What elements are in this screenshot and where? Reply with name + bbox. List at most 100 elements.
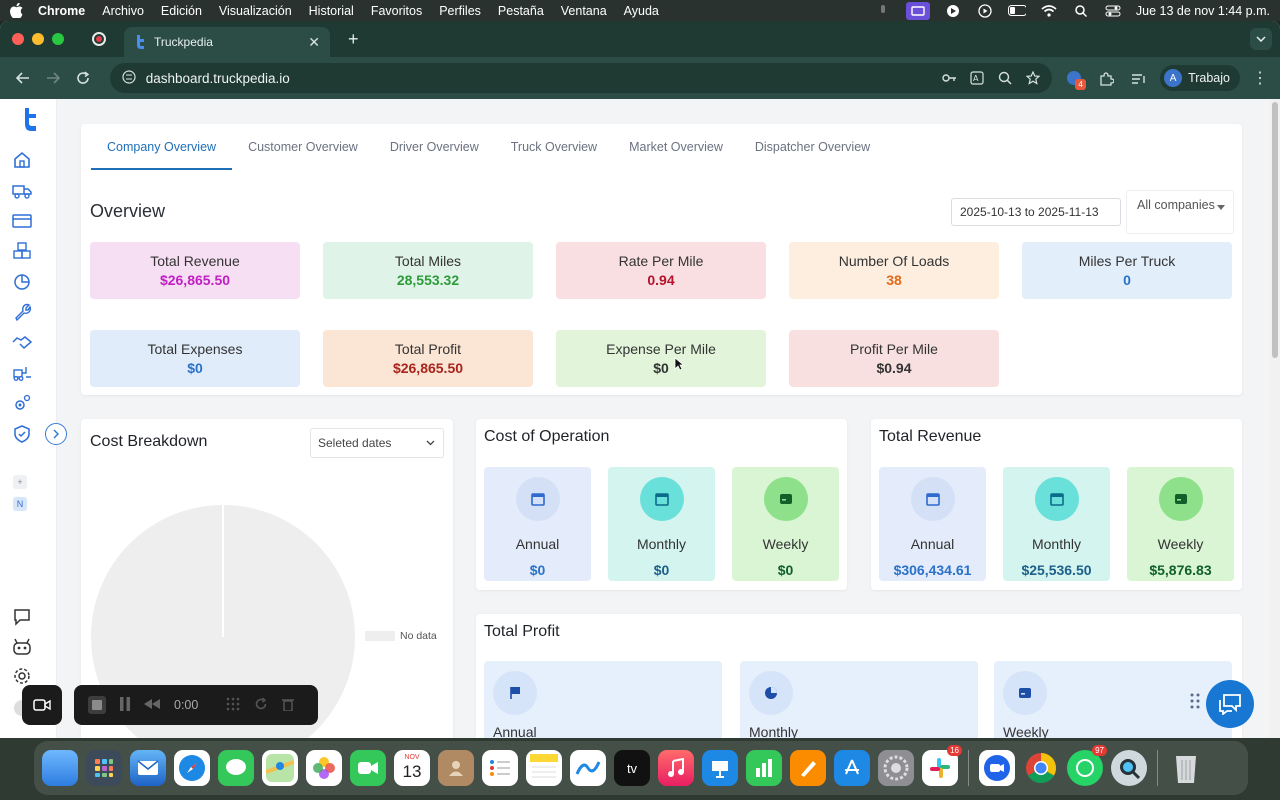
contacts-icon[interactable]	[438, 750, 474, 786]
keynote-icon[interactable]	[702, 750, 738, 786]
wifi-icon[interactable]	[1040, 4, 1058, 18]
calendar-app-icon[interactable]: NOV 13	[394, 750, 430, 786]
zoom-icon[interactable]	[998, 71, 1012, 85]
menu-edicion[interactable]: Edición	[161, 4, 202, 18]
chat-bubble-icon[interactable]	[11, 606, 33, 628]
company-select[interactable]: All companies	[1126, 190, 1234, 234]
apple-tv-icon[interactable]: tv	[614, 750, 650, 786]
gear-icon[interactable]	[11, 665, 33, 687]
messages-icon[interactable]	[218, 750, 254, 786]
forklift-icon[interactable]	[11, 362, 33, 384]
truck-icon[interactable]	[11, 180, 33, 202]
zoom-app-icon[interactable]	[979, 750, 1015, 786]
menu-pestana[interactable]: Pestaña	[498, 4, 544, 18]
facetime-icon[interactable]	[350, 750, 386, 786]
tab-dispatcher-overview[interactable]: Dispatcher Overview	[739, 140, 886, 170]
maximize-window-button[interactable]	[52, 33, 64, 45]
numbers-icon[interactable]	[746, 750, 782, 786]
chrome-icon[interactable]	[1023, 750, 1059, 786]
boxes-icon[interactable]	[11, 240, 33, 262]
close-window-button[interactable]	[12, 33, 24, 45]
app-store-icon[interactable]	[834, 750, 870, 786]
slack-icon[interactable]: 16	[922, 745, 962, 786]
photos-icon[interactable]	[306, 750, 342, 786]
menu-chrome[interactable]: Chrome	[38, 4, 85, 18]
site-info-icon[interactable]	[122, 69, 138, 87]
minimize-window-button[interactable]	[32, 33, 44, 45]
credit-card-icon[interactable]	[11, 210, 33, 232]
menu-perfiles[interactable]: Perfiles	[439, 4, 481, 18]
reload-button[interactable]	[72, 71, 94, 85]
music-icon[interactable]	[658, 750, 694, 786]
notes-icon[interactable]	[526, 750, 562, 786]
tab-truck-overview[interactable]: Truck Overview	[495, 140, 613, 170]
maps-icon[interactable]	[262, 750, 298, 786]
date-filter-select[interactable]: Seleted dates	[310, 428, 444, 458]
bookmark-star-icon[interactable]	[1026, 71, 1041, 85]
shield-check-icon[interactable]	[11, 423, 33, 445]
trash-icon[interactable]	[282, 697, 295, 714]
rewind-icon[interactable]	[144, 698, 160, 712]
sidebar-add-badge[interactable]: +	[13, 475, 27, 489]
menu-favoritos[interactable]: Favoritos	[371, 4, 422, 18]
safari-icon[interactable]	[174, 750, 210, 786]
chrome-menu-icon[interactable]: ⋮	[1252, 68, 1268, 88]
pages-icon[interactable]	[790, 750, 826, 786]
extension-icon[interactable]: 4	[1066, 70, 1087, 90]
address-bar[interactable]: dashboard.truckpedia.io A	[109, 63, 1053, 93]
truckpedia-logo-icon[interactable]	[20, 108, 38, 132]
scrollbar-thumb[interactable]	[1272, 102, 1278, 358]
mail-icon[interactable]	[130, 750, 166, 786]
password-key-icon[interactable]	[942, 71, 957, 85]
reminders-icon[interactable]	[482, 750, 518, 786]
quicktime-icon[interactable]	[1111, 750, 1147, 786]
tab-market-overview[interactable]: Market Overview	[613, 140, 739, 170]
settings-gears-icon[interactable]	[11, 392, 33, 414]
system-settings-icon[interactable]	[878, 750, 914, 786]
menu-ayuda[interactable]: Ayuda	[624, 4, 659, 18]
restart-icon[interactable]	[254, 696, 268, 714]
control-center-icon[interactable]	[1104, 4, 1122, 18]
profile-button[interactable]: A Trabajo	[1160, 65, 1240, 91]
whatsapp-icon[interactable]: 97	[1067, 745, 1107, 786]
sidebar-n-badge[interactable]: N	[13, 497, 27, 511]
tab-driver-overview[interactable]: Driver Overview	[374, 140, 495, 170]
play-circle-icon[interactable]	[976, 3, 994, 18]
tab-search-button[interactable]	[1250, 28, 1272, 50]
pause-icon[interactable]	[120, 696, 130, 714]
bot-face-icon[interactable]	[11, 636, 33, 658]
new-tab-button[interactable]: +	[348, 29, 359, 50]
menu-archivo[interactable]: Archivo	[102, 4, 144, 18]
close-tab-icon[interactable]: ✕	[308, 34, 320, 51]
trash-bin-icon[interactable]	[1168, 750, 1204, 786]
camera-toggle-button[interactable]	[22, 685, 62, 725]
drag-handle-icon[interactable]	[1190, 693, 1200, 709]
chat-app-icon[interactable]	[944, 4, 962, 18]
apple-icon[interactable]	[10, 3, 24, 18]
spotlight-search-icon[interactable]	[1072, 4, 1090, 18]
menu-ventana[interactable]: Ventana	[561, 4, 607, 18]
screen-share-icon[interactable]	[905, 1, 930, 20]
page-scrollbar[interactable]	[1270, 99, 1280, 738]
grid-dots-icon[interactable]	[226, 697, 240, 714]
url-text[interactable]: dashboard.truckpedia.io	[146, 71, 290, 86]
date-range-input[interactable]: 2025-10-13 to 2025-11-13	[951, 198, 1121, 226]
battery-icon[interactable]	[1007, 4, 1026, 18]
stop-recording-button[interactable]	[88, 696, 106, 714]
menu-historial[interactable]: Historial	[309, 4, 354, 18]
browser-tab-truckpedia[interactable]: Truckpedia ✕	[124, 27, 330, 57]
support-chat-button[interactable]	[1206, 680, 1254, 728]
media-controls-icon[interactable]	[1130, 70, 1146, 86]
translate-icon[interactable]: A	[970, 71, 984, 85]
home-icon[interactable]	[11, 149, 33, 171]
extensions-puzzle-icon[interactable]	[1098, 70, 1114, 86]
freeform-icon[interactable]	[570, 750, 606, 786]
back-button[interactable]	[12, 72, 34, 84]
launchpad-icon[interactable]	[86, 750, 122, 786]
tab-customer-overview[interactable]: Customer Overview	[232, 140, 374, 170]
sidebar-collapse-button[interactable]	[45, 423, 67, 445]
pie-chart-icon[interactable]	[11, 271, 33, 293]
menu-visualizacion[interactable]: Visualización	[219, 4, 292, 18]
wrench-icon[interactable]	[11, 301, 33, 323]
handshake-icon[interactable]	[11, 331, 33, 353]
